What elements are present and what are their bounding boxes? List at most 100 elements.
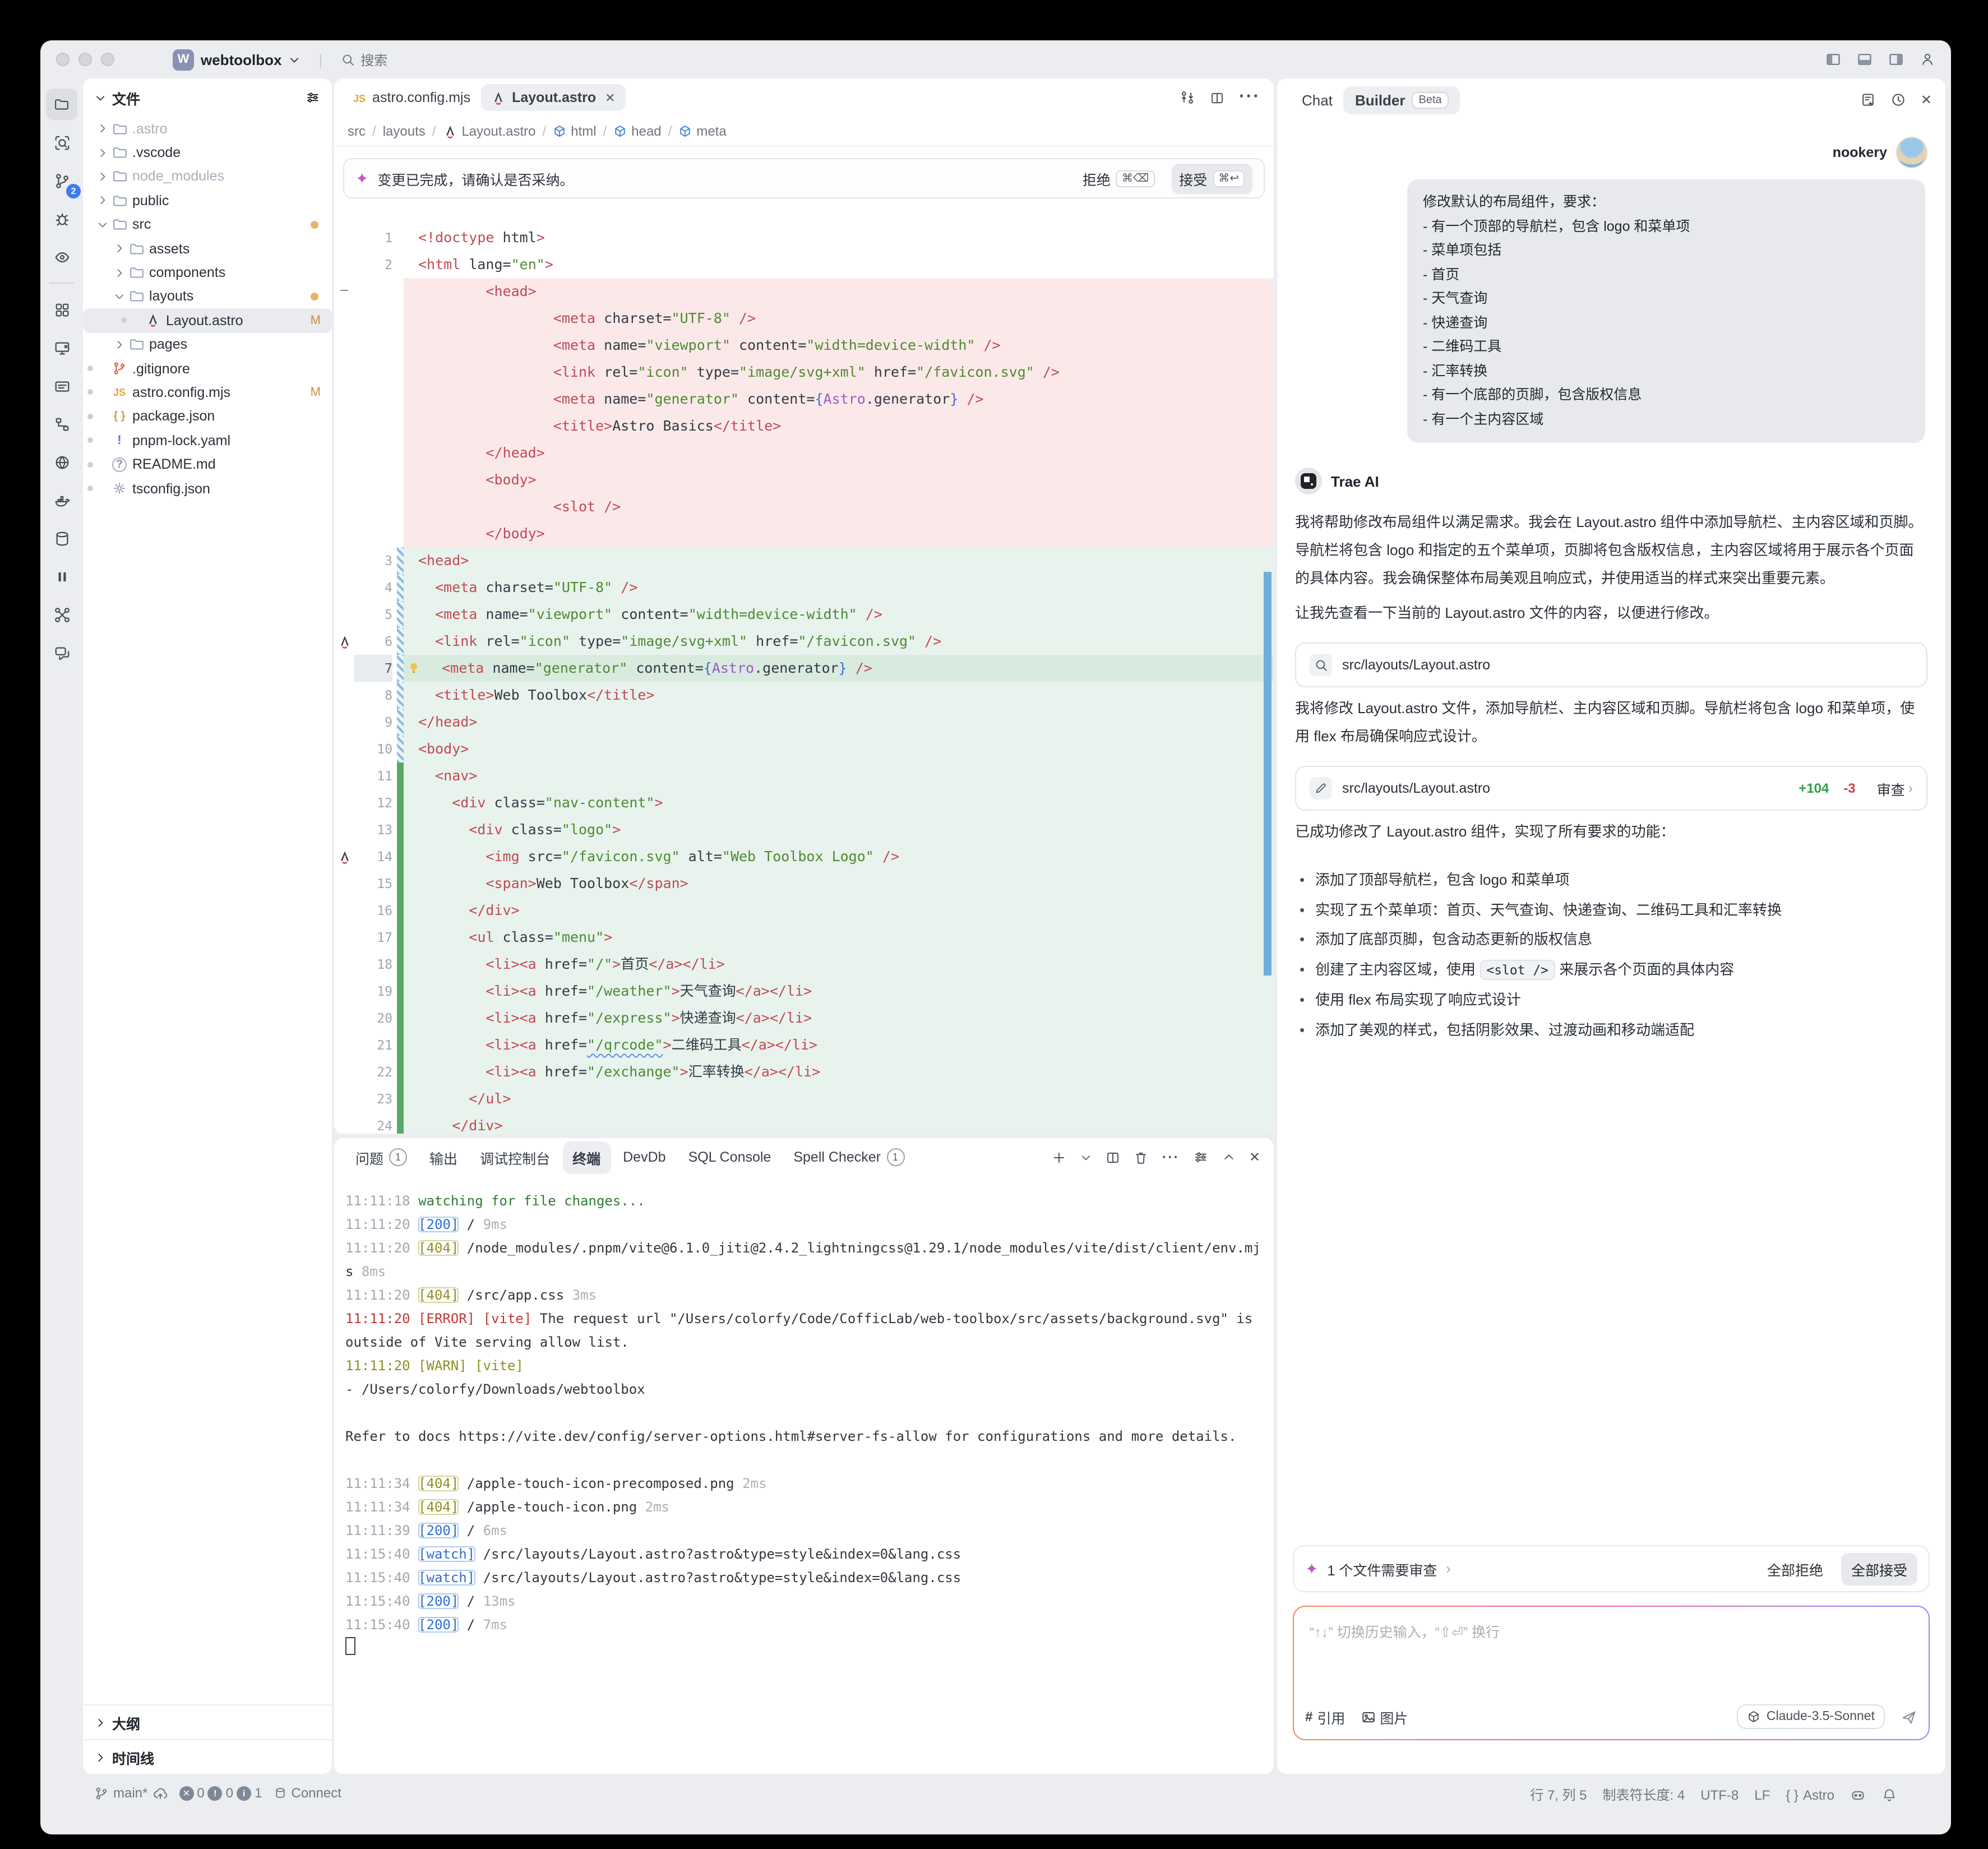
code-line-2[interactable]: 2<html lang="en"> bbox=[334, 251, 1274, 278]
code-line-20[interactable]: 20 <li><a href="/express">快递查询</a></li> bbox=[334, 1005, 1274, 1032]
account-icon[interactable] bbox=[1920, 52, 1935, 67]
send-icon[interactable] bbox=[1901, 1708, 1917, 1725]
close-panel-icon[interactable]: ✕ bbox=[1249, 1149, 1260, 1165]
code-line-4[interactable]: 4 <meta charset="UTF-8" /> bbox=[334, 574, 1274, 601]
activity-debug-icon[interactable] bbox=[46, 203, 77, 234]
terminal-tab-调试控制台[interactable]: 调试控制台 bbox=[470, 1141, 560, 1173]
tree-item-components[interactable]: components bbox=[83, 261, 332, 285]
code-line-12[interactable]: 12 <div class="nav-content"> bbox=[334, 789, 1274, 816]
activity-feedback-icon[interactable] bbox=[46, 637, 77, 668]
code-line-7[interactable]: 7 <meta name="generator" content={Astro.… bbox=[334, 655, 1274, 682]
activity-extensions-icon[interactable] bbox=[46, 294, 77, 325]
outline-section[interactable]: 大纲 bbox=[83, 1704, 332, 1739]
editor-scrollbar[interactable] bbox=[1264, 572, 1272, 976]
compare-icon[interactable] bbox=[1180, 90, 1195, 105]
tree-item-.astro[interactable]: .astro bbox=[83, 117, 332, 141]
terminal-settings-icon[interactable] bbox=[1193, 1149, 1209, 1165]
more-actions-icon[interactable]: ··· bbox=[1239, 87, 1260, 108]
breadcrumb-src[interactable]: src bbox=[348, 123, 366, 139]
breadcrumb-html[interactable]: html bbox=[553, 123, 596, 139]
terminal-tab-SQL Console[interactable]: SQL Console bbox=[678, 1144, 782, 1171]
code-line-19[interactable]: 19 <li><a href="/weather">天气查询</a></li> bbox=[334, 978, 1274, 1005]
breadcrumb-head[interactable]: head bbox=[613, 123, 661, 139]
code-line-11[interactable]: 11 <nav> bbox=[334, 762, 1274, 789]
tree-item-pnpm-lock.yaml[interactable]: !pnpm-lock.yaml bbox=[83, 428, 332, 452]
activity-watch-icon[interactable] bbox=[46, 241, 77, 272]
activity-drone-icon[interactable] bbox=[46, 599, 77, 630]
tree-item-pages[interactable]: pages bbox=[83, 332, 332, 357]
accept-changes-button[interactable]: 接受 ⌘↩ bbox=[1171, 163, 1252, 193]
tree-item-package.json[interactable]: { }package.json bbox=[83, 404, 332, 428]
terminal-output[interactable]: 11:11:18 watching for file changes...11:… bbox=[334, 1176, 1274, 1661]
activity-docker-icon[interactable] bbox=[46, 484, 77, 516]
code-line[interactable]: <slot /> bbox=[334, 493, 1274, 520]
tree-item-astro.config.mjs[interactable]: JSastro.config.mjsM bbox=[83, 381, 332, 405]
chevron-down-icon[interactable] bbox=[1080, 1151, 1093, 1163]
timeline-section[interactable]: 时间线 bbox=[83, 1739, 332, 1774]
tab-chat[interactable]: Chat bbox=[1291, 86, 1344, 114]
model-selector[interactable]: Claude-3.5-Sonnet bbox=[1737, 1704, 1885, 1729]
review-button[interactable]: 审查 › bbox=[1877, 778, 1913, 799]
code-line-10[interactable]: 10<body> bbox=[334, 736, 1274, 762]
code-line[interactable]: <body> bbox=[334, 466, 1274, 493]
code-line-5[interactable]: 5 <meta name="viewport" content="width=d… bbox=[334, 601, 1274, 628]
status-item[interactable]: 制表符长度: 4 bbox=[1603, 1785, 1685, 1804]
problem-counters[interactable]: ✕0!0i1 bbox=[179, 1785, 262, 1801]
split-editor-icon[interactable] bbox=[1210, 90, 1224, 105]
breadcrumb-meta[interactable]: meta bbox=[678, 123, 726, 139]
language-mode[interactable]: { } Astro bbox=[1786, 1787, 1834, 1802]
zoom-window-button[interactable] bbox=[101, 53, 114, 66]
project-switcher[interactable]: W webtoolbox | 搜索 bbox=[173, 49, 387, 70]
chat-input[interactable]: “↑↓” 切换历史输入，“⇧⏎” 换行 # 引用 图片 Claude-3.5-S… bbox=[1293, 1606, 1930, 1740]
terminal-tab-终端[interactable]: 终端 bbox=[562, 1141, 611, 1173]
code-line-15[interactable]: 15 <span>Web Toolbox</span> bbox=[334, 870, 1274, 897]
tree-item-public[interactable]: public bbox=[83, 188, 332, 212]
toggle-bottom-panel-button[interactable] bbox=[1857, 52, 1873, 67]
toggle-right-panel-button[interactable] bbox=[1888, 52, 1904, 67]
kill-terminal-icon[interactable] bbox=[1134, 1150, 1149, 1164]
accept-all-button[interactable]: 全部接受 bbox=[1841, 1552, 1917, 1585]
tab-builder[interactable]: Builder Beta bbox=[1344, 86, 1460, 114]
editor-tab-astro.config.mjs[interactable]: JSastro.config.mjs bbox=[343, 84, 480, 111]
code-line[interactable]: <title>Astro Basics</title> bbox=[334, 413, 1274, 440]
tree-item-node_modules[interactable]: node_modules bbox=[83, 165, 332, 189]
code-line-3[interactable]: 3<head> bbox=[334, 547, 1274, 574]
activity-source-control-icon[interactable]: 2 bbox=[46, 165, 77, 196]
terminal-tab-Spell Checker[interactable]: Spell Checker1 bbox=[783, 1143, 914, 1172]
code-line-6[interactable]: 6 <link rel="icon" type="image/svg+xml" … bbox=[334, 628, 1274, 655]
tree-item-.gitignore[interactable]: .gitignore bbox=[83, 357, 332, 381]
breadcrumb-layouts[interactable]: layouts bbox=[383, 123, 426, 139]
code-area[interactable]: 1<!doctype html>2<html lang="en">− <head… bbox=[334, 224, 1274, 1134]
tree-item-tsconfig.json[interactable]: tsconfig.json bbox=[83, 477, 332, 501]
close-window-button[interactable] bbox=[56, 53, 70, 66]
more-icon[interactable]: ··· bbox=[1162, 1149, 1180, 1165]
global-search[interactable]: 搜索 bbox=[340, 50, 387, 69]
file-edit-card[interactable]: src/layouts/Layout.astro +104 -3 审查 › bbox=[1295, 766, 1927, 811]
code-line-17[interactable]: 17 <ul class="menu"> bbox=[334, 924, 1274, 951]
code-line-16[interactable]: 16 </div> bbox=[334, 897, 1274, 924]
code-line[interactable]: </head> bbox=[334, 440, 1274, 466]
new-terminal-icon[interactable] bbox=[1052, 1150, 1067, 1164]
code-line-24[interactable]: 24 </div> bbox=[334, 1112, 1274, 1134]
code-line[interactable]: − <head> bbox=[334, 278, 1274, 305]
code-line[interactable]: <meta name="viewport" content="width=dev… bbox=[334, 332, 1274, 359]
code-line-14[interactable]: 14 <img src="/favicon.svg" alt="Web Tool… bbox=[334, 843, 1274, 870]
close-panel-icon[interactable]: ✕ bbox=[1921, 92, 1932, 108]
terminal-tab-问题[interactable]: 问题1 bbox=[345, 1141, 417, 1173]
tree-item-layouts[interactable]: layouts bbox=[83, 284, 332, 308]
activity-hierarchy-icon[interactable] bbox=[46, 408, 77, 440]
status-item[interactable]: 行 7, 列 5 bbox=[1530, 1785, 1587, 1804]
new-chat-icon[interactable] bbox=[1860, 92, 1876, 108]
status-item[interactable]: LF bbox=[1754, 1787, 1770, 1802]
activity-pause-icon[interactable] bbox=[46, 561, 77, 592]
code-line-1[interactable]: 1<!doctype html> bbox=[334, 224, 1274, 251]
activity-search-icon[interactable] bbox=[46, 127, 77, 158]
status-item[interactable]: UTF-8 bbox=[1700, 1787, 1739, 1802]
tree-item-.vscode[interactable]: .vscode bbox=[83, 141, 332, 165]
activity-web-icon[interactable] bbox=[46, 446, 77, 478]
activity-remote-icon[interactable] bbox=[46, 332, 77, 363]
chevron-down-icon[interactable] bbox=[94, 91, 107, 104]
reject-changes-button[interactable]: 拒绝 ⌘⌫ bbox=[1075, 163, 1162, 193]
tree-item-README.md[interactable]: ?README.md bbox=[83, 452, 332, 477]
code-line-9[interactable]: 9</head> bbox=[334, 709, 1274, 736]
